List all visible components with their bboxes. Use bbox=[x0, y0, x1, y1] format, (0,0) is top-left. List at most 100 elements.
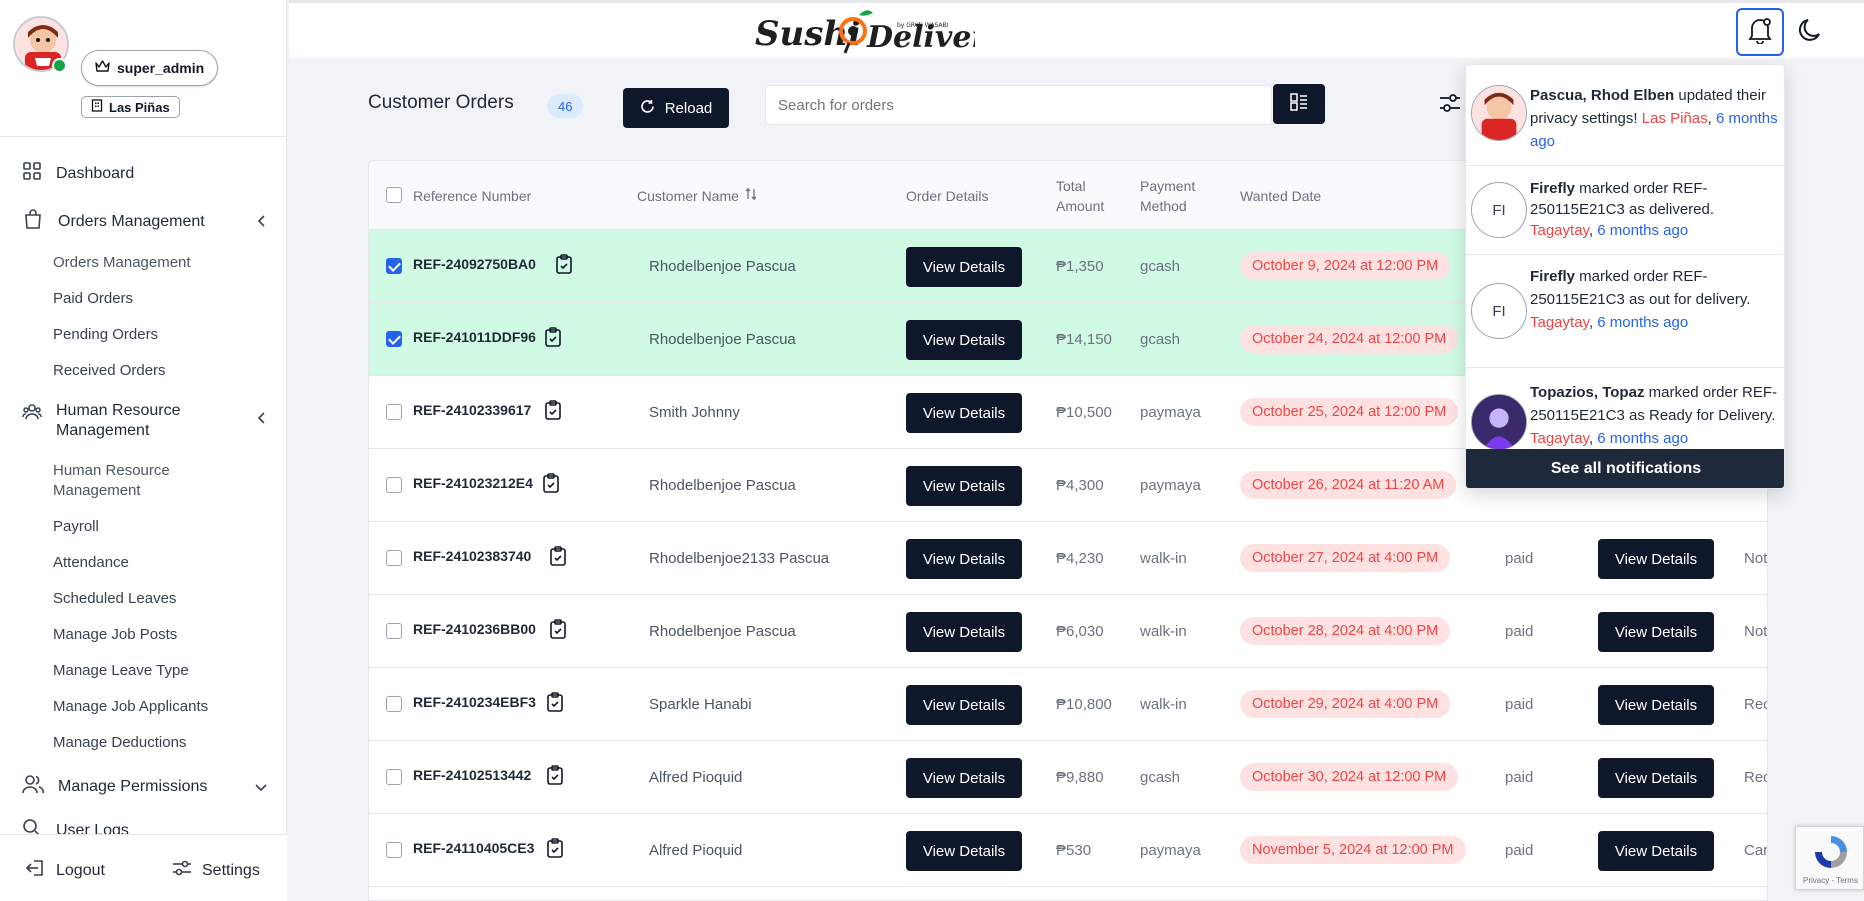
reference-number: REF-2410236BB00 bbox=[413, 621, 536, 637]
reference-number: REF-241023212E4 bbox=[413, 475, 533, 491]
sidebar-subitem-attendance[interactable]: Attendance bbox=[53, 554, 129, 571]
view-details-button[interactable]: View Details bbox=[906, 612, 1022, 652]
sidebar-subitem-paid-orders[interactable]: Paid Orders bbox=[53, 290, 133, 307]
status-view-details-button[interactable]: View Details bbox=[1598, 539, 1714, 579]
copy-clipboard-icon[interactable] bbox=[542, 473, 560, 493]
copy-clipboard-icon[interactable] bbox=[549, 619, 567, 639]
reference-number: REF-241011DDF96 bbox=[413, 329, 536, 345]
copy-clipboard-icon[interactable] bbox=[546, 692, 564, 712]
copy-clipboard-icon[interactable] bbox=[544, 327, 562, 347]
table-row[interactable]: REF-24110405CE3 Alfred Pioquid View Detail… bbox=[369, 814, 1767, 887]
sidebar-subitem-scheduled-leaves[interactable]: Scheduled Leaves bbox=[53, 590, 176, 607]
row-checkbox[interactable] bbox=[386, 331, 402, 347]
view-details-button[interactable]: View Details bbox=[906, 685, 1022, 725]
view-details-button[interactable]: View Details bbox=[906, 466, 1022, 506]
status-view-details-button[interactable]: View Details bbox=[1598, 831, 1714, 871]
status-view-details-button[interactable]: View Details bbox=[1598, 685, 1714, 725]
notification-item[interactable]: FI Firefly marked order REF-250115E21C3 … bbox=[1466, 255, 1784, 368]
row-checkbox[interactable] bbox=[386, 769, 402, 785]
total-amount: ₱10,800 bbox=[1056, 696, 1112, 713]
recaptcha-links[interactable]: Privacy - Terms bbox=[1803, 876, 1858, 885]
table-row[interactable]: REF-24102513442 Alfred Pioquid View Detail… bbox=[369, 741, 1767, 814]
copy-clipboard-icon[interactable] bbox=[546, 838, 564, 858]
wanted-date-badge: October 9, 2024 at 12:00 PM bbox=[1240, 252, 1451, 280]
notification-text: Topazios, Topaz marked order REF-250115E… bbox=[1530, 384, 1777, 447]
column-header-wanted-date: Wanted Date bbox=[1240, 188, 1322, 204]
sidebar-subitem-pending-orders[interactable]: Pending Orders bbox=[53, 326, 158, 343]
column-header-reference: Reference Number bbox=[413, 188, 532, 204]
notification-item[interactable]: FI Firefly marked order REF-250115E21C3 … bbox=[1466, 166, 1784, 255]
column-header-customer[interactable]: Customer Name bbox=[637, 186, 757, 206]
view-details-button[interactable]: View Details bbox=[906, 758, 1022, 798]
view-toggle-button[interactable] bbox=[1273, 84, 1325, 124]
wanted-date-badge: October 29, 2024 at 4:00 PM bbox=[1240, 690, 1451, 718]
sidebar-item-orders-management[interactable]: Orders Management bbox=[22, 208, 267, 235]
notifications-button[interactable] bbox=[1736, 8, 1784, 56]
sidebar-subitem-manage-deductions[interactable]: Manage Deductions bbox=[53, 734, 186, 751]
notification-item[interactable]: Pascua, Rhod Elben updated their privacy… bbox=[1466, 65, 1784, 166]
payment-status: paid bbox=[1505, 769, 1534, 786]
search-input[interactable] bbox=[765, 85, 1272, 125]
row-checkbox[interactable] bbox=[386, 623, 402, 639]
customer-name: Rhodelbenjoe2133 Pascua bbox=[649, 550, 830, 567]
view-details-button[interactable]: View Details bbox=[906, 320, 1022, 360]
column-header-customer-label: Customer Name bbox=[637, 188, 739, 204]
row-checkbox[interactable] bbox=[386, 477, 402, 493]
notification-avatar bbox=[1471, 85, 1527, 141]
sidebar-subitem-payroll[interactable]: Payroll bbox=[53, 518, 99, 535]
table-row[interactable]: REF-2410234EBF3 Sparkle Hanabi View Detail… bbox=[369, 668, 1767, 741]
copy-clipboard-icon[interactable] bbox=[549, 546, 567, 566]
settings-label: Settings bbox=[202, 861, 260, 879]
row-checkbox[interactable] bbox=[386, 550, 402, 566]
payment-status: paid bbox=[1505, 696, 1534, 713]
sidebar-subitem-hr-management[interactable]: Human Resource Management bbox=[53, 461, 203, 501]
search-icon bbox=[22, 818, 42, 834]
recaptcha-badge[interactable]: Privacy - Terms bbox=[1795, 826, 1864, 890]
role-badge[interactable]: super_admin bbox=[81, 50, 219, 86]
profile-section: super_admin Las Piñas bbox=[0, 0, 287, 137]
reference-number: REF-2410234EBF3 bbox=[413, 694, 536, 710]
select-all-checkbox[interactable] bbox=[386, 187, 402, 203]
notification-item[interactable]: Topazios, Topaz marked order REF-250115E… bbox=[1466, 368, 1784, 449]
order-status-truncated: Rec bbox=[1744, 769, 1767, 786]
copy-clipboard-icon[interactable] bbox=[555, 254, 573, 274]
customer-name: Alfred Pioquid bbox=[649, 769, 743, 786]
sidebar-item-manage-permissions[interactable]: Manage Permissions bbox=[22, 774, 267, 799]
table-row[interactable]: REF-24102383740 Rhodelbenjoe2133 Pascua Vi… bbox=[369, 522, 1767, 595]
sushi-delivery-logo[interactable]: Sushi Delivery by GRYN WASABI bbox=[755, 7, 1007, 59]
settings-button[interactable]: Settings bbox=[172, 859, 260, 882]
row-checkbox[interactable] bbox=[386, 258, 402, 274]
table-row[interactable]: REF-2410236BB00 Rhodelbenjoe Pascua View D… bbox=[369, 595, 1767, 668]
logout-button[interactable]: Logout bbox=[25, 859, 105, 882]
copy-clipboard-icon[interactable] bbox=[546, 765, 564, 785]
filter-button[interactable] bbox=[1437, 92, 1463, 118]
sidebar-subitem-manage-leave-type[interactable]: Manage Leave Type bbox=[53, 662, 189, 679]
sort-icon bbox=[745, 186, 757, 206]
copy-clipboard-icon[interactable] bbox=[544, 400, 562, 420]
payment-status: paid bbox=[1505, 550, 1534, 567]
payment-method: gcash bbox=[1140, 331, 1181, 348]
sidebar-item-user-logs[interactable]: User Logs bbox=[22, 818, 267, 834]
wanted-date-badge: October 25, 2024 at 12:00 PM bbox=[1240, 398, 1459, 426]
reload-label: Reload bbox=[664, 99, 713, 117]
row-checkbox[interactable] bbox=[386, 404, 402, 420]
status-view-details-button[interactable]: View Details bbox=[1598, 758, 1714, 798]
sidebar-subitem-manage-job-posts[interactable]: Manage Job Posts bbox=[53, 626, 177, 643]
sidebar-subitem-received-orders[interactable]: Received Orders bbox=[53, 362, 166, 379]
sidebar-item-hr-management[interactable]: Human Resource Management bbox=[22, 401, 267, 441]
sidebar-subitem-orders-management[interactable]: Orders Management bbox=[53, 254, 191, 271]
see-all-notifications-button[interactable]: See all notifications bbox=[1466, 449, 1784, 488]
dark-mode-toggle[interactable] bbox=[1794, 15, 1828, 49]
row-checkbox[interactable] bbox=[386, 842, 402, 858]
view-details-button[interactable]: View Details bbox=[906, 247, 1022, 287]
status-view-details-button[interactable]: View Details bbox=[1598, 612, 1714, 652]
sidebar-item-dashboard[interactable]: Dashboard bbox=[22, 161, 267, 186]
branch-badge[interactable]: Las Piñas bbox=[81, 96, 180, 118]
row-checkbox[interactable] bbox=[386, 696, 402, 712]
reload-button[interactable]: Reload bbox=[623, 88, 729, 128]
view-details-button[interactable]: View Details bbox=[906, 393, 1022, 433]
customer-name: Sparkle Hanabi bbox=[649, 696, 752, 713]
view-details-button[interactable]: View Details bbox=[906, 539, 1022, 579]
view-details-button[interactable]: View Details bbox=[906, 831, 1022, 871]
sidebar-subitem-manage-job-applicants[interactable]: Manage Job Applicants bbox=[53, 698, 208, 715]
